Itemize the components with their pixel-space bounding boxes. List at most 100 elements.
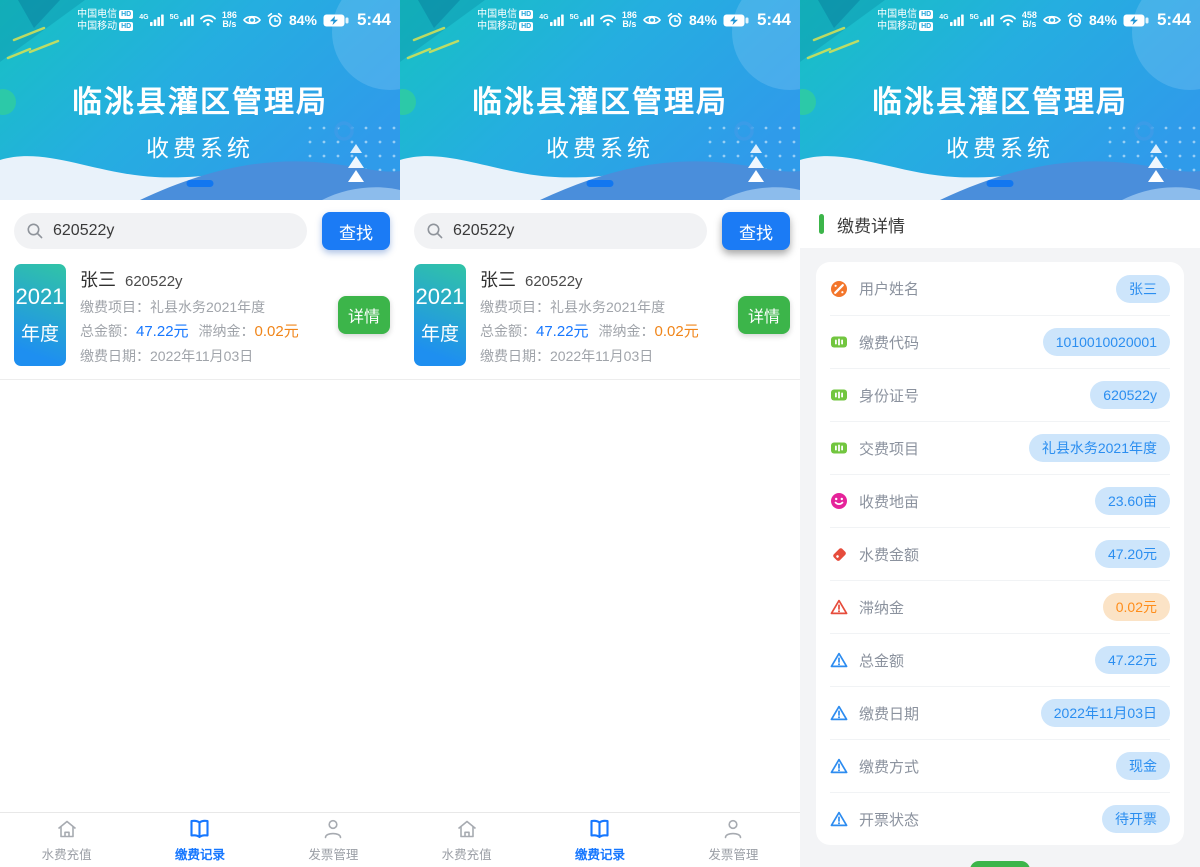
hd-badge: HD — [519, 10, 533, 19]
carrier-2: 中国移动 — [77, 21, 117, 32]
late-fee-amount: 0.02元 — [255, 323, 299, 340]
detail-row: 滞纳金 0.02元 — [830, 580, 1170, 633]
record-date-line: 缴费日期：2022年11月03日 — [480, 347, 738, 365]
warning-triangle-blue-icon — [830, 704, 848, 722]
detail-row: 用户姓名 张三 — [830, 262, 1170, 315]
search-icon — [426, 222, 444, 240]
clock-time: 5:44 — [1157, 10, 1191, 30]
hd-badge: HD — [519, 22, 533, 31]
detail-row: 收费地亩 23.60亩 — [830, 474, 1170, 527]
app-header: 中国电信HD 中国移动HD 4G 5G 458B/s 84% 5:44 临洮县灌… — [800, 0, 1200, 200]
nav-invoice-management[interactable]: 发票管理 — [267, 813, 400, 867]
detail-row: 身份证号 620522y — [830, 368, 1170, 421]
battery-icon — [1123, 14, 1149, 27]
section-header: 缴费详情 — [800, 200, 1200, 248]
nav-water-recharge[interactable]: 水费充值 — [0, 813, 133, 867]
record-amount-line: 总金额：47.22元滞纳金：0.02元 — [480, 322, 738, 341]
green-accent-bar — [819, 214, 824, 234]
record-amount-line: 总金额：47.22元滞纳金：0.02元 — [80, 322, 338, 341]
alarm-icon — [1067, 12, 1083, 28]
section-title: 缴费详情 — [837, 212, 905, 237]
signal-5g-icon: 5G — [970, 14, 994, 26]
battery-percent: 84% — [1089, 12, 1117, 28]
year-badge: 2021 年度 — [414, 264, 466, 366]
record-info: 张三 620522y 缴费项目：礼县水务2021年度 总金额：47.22元滞纳金… — [80, 264, 338, 365]
home-icon — [55, 817, 79, 841]
app-header: 中国电信HD 中国移动HD 4G 5G 186B/s 84% 5:44 临洮县灌… — [0, 0, 400, 200]
detail-row: 交费项目 礼县水务2021年度 — [830, 421, 1170, 474]
eye-icon — [1043, 14, 1061, 26]
divider — [0, 379, 400, 380]
signal-5g-icon: 5G — [170, 14, 194, 26]
status-bar: 中国电信HD 中国移动HD 4G 5G 458B/s 84% 5:44 — [800, 0, 1200, 38]
detail-screen: 缴费详情 用户姓名 张三 缴费代码 1010010020001 — [800, 200, 1200, 867]
detail-button[interactable]: 详情 — [338, 296, 390, 334]
app-subtitle: 收费系统 — [800, 129, 1200, 163]
detail-row: 开票状态 待开票 — [830, 792, 1170, 845]
phone-screen-detail: 中国电信HD 中国移动HD 4G 5G 458B/s 84% 5:44 临洮县灌… — [800, 0, 1200, 867]
network-speed: 186B/s — [222, 11, 237, 29]
alarm-icon — [267, 12, 283, 28]
nav-payment-records[interactable]: 缴费记录 — [133, 813, 266, 867]
search-button[interactable]: 查找 — [322, 212, 390, 250]
wifi-icon — [1000, 14, 1016, 26]
battery-icon — [323, 14, 349, 27]
home-icon — [455, 817, 479, 841]
app-header: 中国电信HD 中国移动HD 4G 5G 186B/s 84% 5:44 临洮县灌… — [400, 0, 800, 200]
detail-row: 缴费代码 1010010020001 — [830, 315, 1170, 368]
confirm-pay-button[interactable] — [970, 861, 1030, 867]
value-pill: 47.22元 — [1095, 646, 1170, 674]
value-pill: 23.60亩 — [1095, 487, 1170, 515]
app-title: 临洮县灌区管理局 — [800, 77, 1200, 121]
tag-red-icon — [830, 545, 848, 563]
nav-payment-records[interactable]: 缴费记录 — [533, 813, 666, 867]
late-fee-amount: 0.02元 — [655, 323, 699, 340]
warning-triangle-red-icon — [830, 598, 848, 616]
search-screen: 620522y 查找 2021 年度 张三 620522y 缴费项目：礼县水务2… — [0, 200, 400, 867]
home-indicator — [187, 180, 214, 187]
payer-name: 张三 — [480, 266, 516, 292]
search-query: 620522y — [453, 222, 514, 240]
app-title: 临洮县灌区管理局 — [400, 77, 800, 121]
warning-triangle-blue-icon — [830, 810, 848, 828]
eye-icon — [243, 14, 261, 26]
total-amount: 47.22元 — [136, 323, 189, 340]
open-book-icon — [187, 817, 212, 841]
value-pill: 620522y — [1090, 381, 1170, 409]
record-info: 张三 620522y 缴费项目：礼县水务2021年度 总金额：47.22元滞纳金… — [480, 264, 738, 365]
nav-water-recharge[interactable]: 水费充值 — [400, 813, 533, 867]
signal-4g-icon: 4G — [139, 14, 163, 26]
search-input[interactable]: 620522y — [414, 213, 707, 249]
open-book-icon — [587, 817, 612, 841]
detail-button[interactable]: 详情 — [738, 296, 790, 334]
clock-time: 5:44 — [357, 10, 391, 30]
carrier-labels: 中国电信HD 中国移动HD — [77, 9, 133, 32]
value-pill: 0.02元 — [1103, 593, 1170, 621]
detail-row: 水费金额 47.20元 — [830, 527, 1170, 580]
battery-percent: 84% — [289, 12, 317, 28]
payer-account: 620522y — [125, 273, 183, 290]
value-pill: 张三 — [1116, 275, 1170, 303]
bottom-nav: 水费充值 缴费记录 发票管理 — [0, 812, 400, 867]
search-icon — [26, 222, 44, 240]
network-speed: 458B/s — [1022, 11, 1037, 29]
record-date-line: 缴费日期：2022年11月03日 — [80, 347, 338, 365]
payer-name: 张三 — [80, 266, 116, 292]
home-indicator — [987, 180, 1014, 187]
year-badge: 2021 年度 — [14, 264, 66, 366]
search-button[interactable]: 查找 — [722, 212, 790, 250]
warning-triangle-blue-icon — [830, 757, 848, 775]
search-query: 620522y — [53, 222, 114, 240]
total-amount: 47.22元 — [536, 323, 589, 340]
value-pill: 现金 — [1116, 752, 1170, 780]
status-bar: 中国电信HD 中国移动HD 4G 5G 186B/s 84% 5:44 — [400, 0, 800, 38]
detail-row: 缴费日期 2022年11月03日 — [830, 686, 1170, 739]
search-input[interactable]: 620522y — [14, 213, 307, 249]
app-subtitle: 收费系统 — [400, 129, 800, 163]
value-pill: 1010010020001 — [1043, 328, 1170, 356]
nav-invoice-management[interactable]: 发票管理 — [667, 813, 800, 867]
detail-background: 用户姓名 张三 缴费代码 1010010020001 身份证号 620522y — [800, 248, 1200, 867]
smiley-pink-icon — [830, 492, 848, 510]
signal-4g-icon: 4G — [939, 14, 963, 26]
person-icon — [321, 817, 345, 841]
